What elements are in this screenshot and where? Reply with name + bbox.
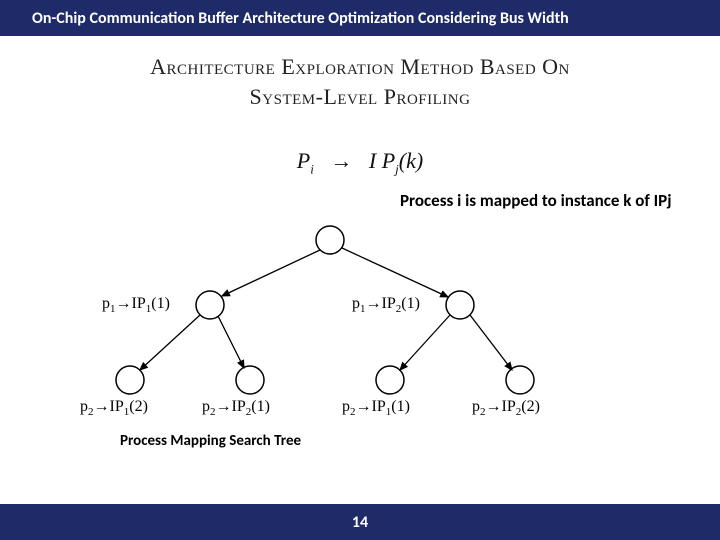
tree-label-l2d: p2→IP2(2) [472,398,540,418]
tree-label-l2c: p2→IP1(1) [342,398,410,418]
map-arrow-icon: → [216,398,232,415]
notation-arrow: → [330,148,352,173]
lbl-ip: IP [132,295,146,312]
title-bar: On-Chip Communication Buffer Architectur… [0,0,720,36]
notation-rhs-arg: (k) [399,148,423,173]
mapping-notation: Pi → I Pj(k) [0,148,720,177]
lbl-p: p [342,398,350,415]
lbl-p: p [102,295,110,312]
map-arrow-icon: → [356,398,372,415]
lbl-p: p [202,398,210,415]
lbl-arg: (1) [401,295,420,312]
page-number: 14 [352,513,368,532]
lbl-arg: (1) [391,398,410,415]
lbl-p: p [472,398,480,415]
lbl-ip: IP [502,398,516,415]
map-arrow-icon: → [366,295,382,312]
lbl-arg: (2) [129,398,148,415]
lbl-arg: (1) [151,295,170,312]
diagram-caption: Process Mapping Search Tree [120,432,301,450]
tree-label-l2b: p2→IP2(1) [202,398,270,418]
lbl-ip: IP [372,398,386,415]
footer-bar: 14 [0,504,720,540]
lbl-ip: IP [110,398,124,415]
section-line-1: Architecture Exploration Method Based On [150,54,570,79]
lbl-ip: IP [382,295,396,312]
tree-label-l1a: p1→IP1(1) [102,295,170,315]
section-line-2: System-Level Profiling [250,84,471,109]
lbl-p: p [352,295,360,312]
tree-label-l2a: p2→IP1(2) [80,398,148,418]
lbl-arg: (2) [521,398,540,415]
section-heading: Architecture Exploration Method Based On… [0,52,720,111]
notation-lhs-base: P [297,148,310,173]
search-tree-diagram: p1→IP1(1) p1→IP2(1) p2→IP1(2) p2→IP2(1) … [60,220,620,420]
lbl-arg: (1) [251,398,270,415]
tree-svg [60,220,620,420]
lbl-p: p [80,398,88,415]
mapping-note: Process i is mapped to instance k of IPj [400,190,700,211]
tree-label-l1b: p1→IP2(1) [352,295,420,315]
notation-lhs-sub: i [310,161,314,176]
map-arrow-icon: → [94,398,110,415]
slide-title: On-Chip Communication Buffer Architectur… [32,9,569,28]
notation-rhs-base: I P [369,148,395,173]
map-arrow-icon: → [116,295,132,312]
lbl-ip: IP [232,398,246,415]
slide: On-Chip Communication Buffer Architectur… [0,0,720,540]
map-arrow-icon: → [486,398,502,415]
